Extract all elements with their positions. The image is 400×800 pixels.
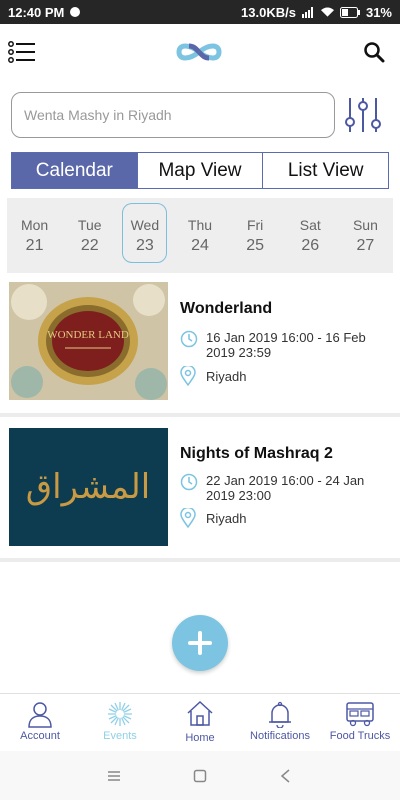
event-date: 22 Jan 2019 16:00 - 24 Jan 2019 23:00	[206, 473, 365, 503]
day-number: 24	[191, 236, 209, 254]
bottom-nav: Account Events Home Notifications Food T…	[0, 693, 400, 751]
day-number: 27	[356, 236, 375, 254]
day-sun[interactable]: Sun 27	[338, 198, 393, 273]
event-image: المشراق	[9, 428, 168, 546]
tab-list-view[interactable]: List View	[263, 153, 389, 188]
event-location: Riyadh	[206, 510, 247, 526]
day-wed[interactable]: Wed 23	[117, 198, 172, 273]
person-icon	[28, 702, 52, 728]
home-icon	[187, 700, 213, 726]
day-name: Tue	[77, 216, 102, 233]
event-location: Riyadh	[206, 368, 247, 384]
event-card-nights-of-mashraq[interactable]: المشراق Nights of Mashraq 2 22 Jan 2019 …	[0, 418, 400, 558]
nav-home[interactable]: Home	[160, 694, 240, 751]
day-number: 25	[246, 236, 265, 254]
battery-icon	[339, 6, 360, 18]
add-event-button[interactable]	[172, 615, 228, 671]
event-title: Nights of Mashraq 2	[180, 445, 333, 462]
day-number: 23	[135, 236, 154, 254]
nav-label: Account	[20, 730, 60, 742]
day-name: Thu	[187, 216, 213, 233]
network-speed: 13.0KB/s	[241, 4, 296, 20]
clock-icon	[180, 473, 198, 491]
search-row	[11, 92, 391, 138]
home-system-icon[interactable]	[193, 769, 207, 783]
view-tabs: Calendar Map View List View	[11, 152, 389, 189]
day-sat[interactable]: Sat 26	[283, 198, 338, 273]
day-strip: Mon 21 Tue 22 Wed 23 Thu 24 Fri 25 Sat 2…	[7, 198, 393, 273]
day-number: 22	[80, 236, 99, 254]
day-number: 26	[301, 236, 320, 254]
day-fri[interactable]: Fri 25	[228, 198, 283, 273]
nav-label: Events	[103, 730, 137, 742]
event-title: Wonderland	[180, 300, 273, 317]
app-header	[0, 24, 400, 80]
wifi-icon	[320, 7, 334, 17]
tab-calendar[interactable]: Calendar	[12, 153, 138, 188]
nav-label: Home	[185, 732, 215, 744]
day-name: Sat	[299, 216, 321, 233]
plus-icon	[188, 631, 212, 655]
event-date-row: 22 Jan 2019 16:00 - 24 Jan 2019 23:00	[180, 473, 390, 503]
event-image: WONDER LAND	[9, 282, 168, 400]
infinity-logo-icon	[176, 43, 222, 61]
day-name: Fri	[246, 216, 264, 233]
day-thu[interactable]: Thu 24	[172, 198, 227, 273]
list-menu-icon[interactable]	[6, 36, 38, 68]
fireworks-icon	[108, 702, 132, 726]
day-name: Sun	[352, 216, 378, 233]
day-number: 21	[25, 236, 44, 254]
event-card-wonderland[interactable]: WONDER LAND Wonderland 16 Jan 2019 16:00…	[0, 280, 400, 412]
nav-events[interactable]: Events	[80, 694, 160, 751]
status-time: 12:40 PM	[8, 4, 65, 20]
day-name: Wed	[130, 216, 160, 233]
recent-apps-icon[interactable]	[107, 769, 121, 783]
card-divider	[0, 558, 400, 562]
clock-icon	[180, 330, 198, 348]
system-nav-bar	[0, 751, 400, 800]
nav-food-trucks[interactable]: Food Trucks	[320, 694, 400, 751]
search-icon[interactable]	[358, 36, 390, 68]
event-image-text: المشراق	[26, 467, 150, 507]
food-truck-icon	[346, 702, 374, 727]
search-input[interactable]	[11, 92, 335, 138]
sliders-icon	[345, 98, 381, 132]
nav-label: Food Trucks	[329, 730, 391, 742]
location-pin-icon	[180, 508, 196, 528]
back-icon[interactable]	[279, 768, 293, 783]
day-name: Mon	[20, 216, 49, 233]
event-date-row: 16 Jan 2019 16:00 - 16 Feb 2019 23:59	[180, 330, 390, 360]
event-date: 16 Jan 2019 16:00 - 16 Feb 2019 23:59	[206, 330, 366, 360]
nav-account[interactable]: Account	[0, 694, 80, 751]
event-image-text: WONDER LAND	[47, 329, 129, 341]
location-pin-icon	[180, 366, 196, 386]
day-mon[interactable]: Mon 21	[7, 198, 62, 273]
status-bar: 12:40 PM 13.0KB/s 31%	[0, 0, 400, 24]
nav-notifications[interactable]: Notifications	[240, 694, 320, 751]
nav-label: Notifications	[250, 730, 310, 742]
notification-dot-icon	[70, 7, 81, 17]
bell-icon	[269, 701, 291, 728]
signal-icon	[301, 6, 313, 18]
event-location-row: Riyadh	[180, 508, 246, 528]
day-tue[interactable]: Tue 22	[62, 198, 117, 273]
filter-button[interactable]	[341, 92, 385, 138]
battery-level: 31%	[365, 4, 392, 20]
event-location-row: Riyadh	[180, 366, 246, 386]
tab-map-view[interactable]: Map View	[137, 153, 264, 188]
card-divider	[0, 413, 400, 417]
